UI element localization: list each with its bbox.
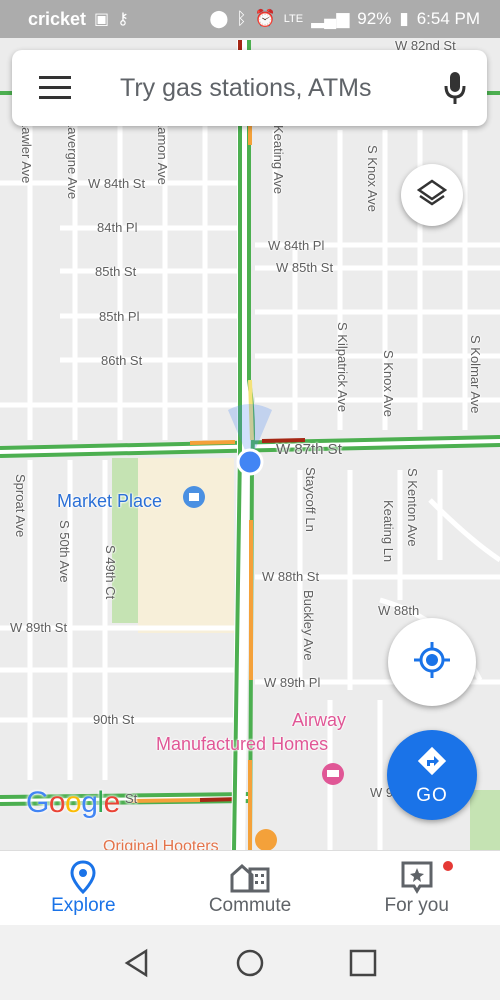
street-label: W 88th	[378, 603, 420, 618]
street-label: W 84th St	[88, 176, 146, 191]
microphone-icon[interactable]	[423, 50, 487, 126]
search-input[interactable]: Try gas stations, ATMs	[98, 74, 423, 103]
commute-icon	[230, 859, 270, 895]
status-bar: cricket ▣ ⚷ ⬤ ᛒ ⏰ LTE ▂▄▆ 92% ▮ 6:54 PM	[0, 0, 500, 38]
street-label: W 87th St	[276, 441, 342, 458]
place-label-airway-homes[interactable]: Manufactured Homes	[156, 734, 328, 755]
street-label: Keating Ln	[381, 500, 396, 563]
signal-icon: ▂▄▆	[311, 9, 350, 28]
street-label: W 89th St	[10, 620, 68, 635]
search-bar[interactable]: Try gas stations, ATMs	[12, 50, 487, 126]
place-label-hooters[interactable]: Original Hooters	[103, 838, 219, 850]
system-nav-bar	[0, 925, 500, 1000]
key-icon: ⚷	[117, 11, 129, 28]
street-label: Keating Ave	[271, 125, 286, 195]
tab-for-you[interactable]: For you	[333, 851, 500, 925]
battery-percent: 92%	[357, 9, 392, 28]
place-label-airway[interactable]: Airway	[292, 710, 346, 731]
my-location-icon	[414, 641, 450, 683]
for-you-icon	[400, 859, 434, 895]
street-label: Buckley Ave	[301, 590, 316, 661]
layers-button[interactable]	[401, 164, 463, 226]
bluetooth-icon: ᛒ	[236, 9, 247, 28]
street-label: Lavergne Ave	[65, 120, 80, 200]
street-label: W 89th Pl	[264, 675, 321, 690]
street-label: Lawler Ave	[19, 120, 34, 184]
street-label: 85th St	[95, 264, 137, 279]
battery-icon: ▮	[399, 9, 409, 28]
go-label: GO	[416, 784, 448, 806]
street-label: 86th St	[101, 353, 143, 368]
street-label: W 85th St	[276, 260, 334, 275]
gallery-icon: ▣	[94, 11, 110, 28]
layers-icon	[416, 178, 448, 213]
home-icon[interactable]	[220, 933, 280, 993]
recents-icon[interactable]	[333, 933, 393, 993]
street-label: St	[125, 791, 138, 806]
street-label: S 50th Ave	[57, 520, 72, 583]
my-location-button[interactable]	[388, 618, 476, 706]
street-label: S Knox Ave	[365, 145, 380, 212]
tab-label: For you	[384, 895, 449, 916]
street-label: Staycoff Ln	[303, 467, 318, 532]
bottom-tab-bar: Explore Commute For you	[0, 850, 500, 925]
menu-icon[interactable]	[12, 50, 98, 126]
directions-icon	[415, 744, 449, 783]
location-icon: ⬤	[209, 9, 229, 28]
tab-commute[interactable]: Commute	[167, 851, 334, 925]
alarm-icon: ⏰	[254, 9, 276, 28]
map-view[interactable]: W 82nd St W 84th St 84th Pl W 84th Pl W …	[0, 0, 500, 850]
street-label: 84th Pl	[97, 220, 138, 235]
back-icon[interactable]	[107, 933, 167, 993]
street-label: Lamon Ave	[155, 120, 170, 185]
go-button[interactable]: GO	[387, 730, 477, 820]
street-label: 85th Pl	[99, 309, 140, 324]
tab-explore[interactable]: Explore	[0, 851, 167, 925]
network-type: LTE	[283, 13, 304, 25]
street-label: S Kilpatrick Ave	[335, 322, 350, 413]
street-label: S Kenton Ave	[405, 468, 420, 547]
carrier-name: cricket	[28, 8, 87, 29]
street-label: 90th St	[93, 712, 135, 727]
street-label: S 49th Ct	[103, 545, 118, 600]
street-label: S Knox Ave	[381, 350, 396, 417]
street-label: Sproat Ave	[13, 474, 28, 538]
clock: 6:54 PM	[416, 9, 480, 28]
tab-label: Explore	[51, 895, 116, 916]
street-label: W 84th Pl	[268, 238, 325, 253]
tab-label: Commute	[208, 895, 292, 916]
place-pin-icon	[70, 859, 96, 895]
notification-badge	[441, 859, 456, 873]
google-logo: Google	[26, 786, 120, 819]
place-label-market-place[interactable]: Market Place	[57, 491, 162, 512]
street-label: S Kolmar Ave	[468, 335, 483, 414]
street-label: W 88th St	[262, 569, 320, 584]
